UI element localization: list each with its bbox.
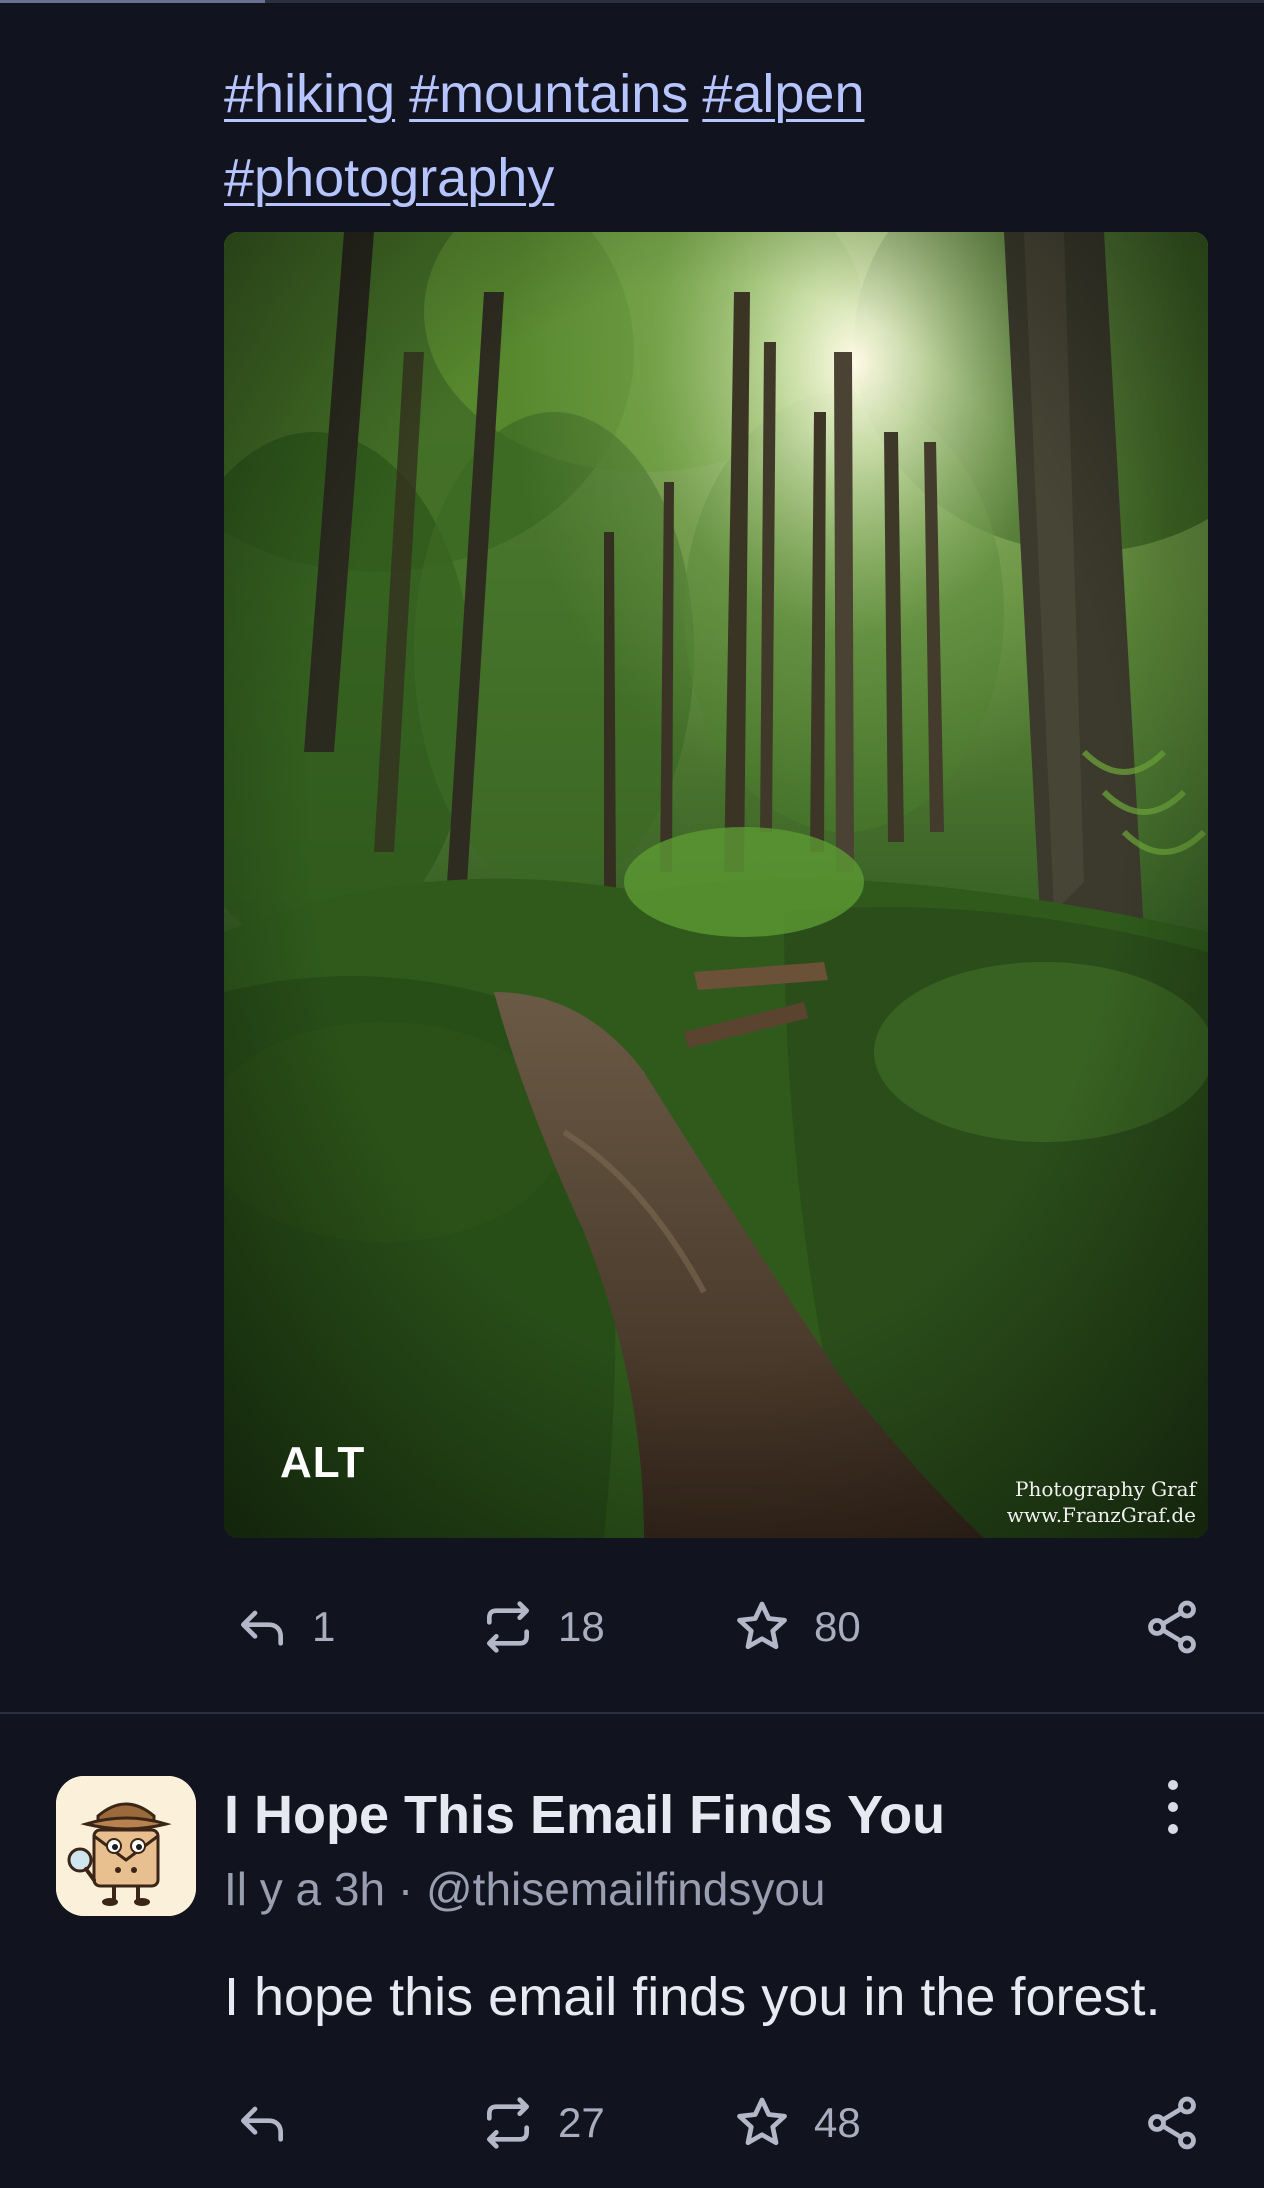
author-avatar[interactable] [56, 1776, 196, 1916]
boost-count: 27 [558, 2099, 605, 2146]
top-divider-accent [0, 0, 265, 3]
more-options-icon[interactable] [1148, 1780, 1198, 1834]
favourite-count: 48 [814, 2099, 861, 2146]
hashtag-link[interactable]: #alpen [702, 64, 864, 124]
post-media-image[interactable]: ALT Photography Graf www.FranzGraf.de [224, 232, 1208, 1538]
post-actions-bar: 27 48 [224, 2088, 1214, 2158]
reply-icon [241, 2106, 283, 2142]
post-actions-bar: 1 18 80 [224, 1592, 1214, 1662]
author-display-name[interactable]: I Hope This Email Finds You [224, 1784, 945, 1846]
share-icon [1148, 1600, 1196, 1654]
watermark-line1: Photography Graf [1015, 1477, 1196, 1501]
alt-text-badge[interactable]: ALT [280, 1438, 365, 1488]
envelope-detective-avatar-icon [56, 1776, 196, 1916]
favourite-star-icon [737, 2097, 787, 2146]
boost-icon [487, 1601, 529, 1653]
boost-icon [487, 2097, 529, 2149]
author-handle[interactable]: @thisemailfindsyou [426, 1863, 826, 1915]
share-icon [1148, 2096, 1196, 2150]
post-timestamp[interactable]: Il y a 3h [224, 1863, 385, 1915]
favourite-button[interactable]: 48 [732, 2088, 861, 2158]
post-content: I hope this email finds you in the fores… [224, 1967, 1161, 2027]
hashtag-link[interactable]: #mountains [409, 64, 688, 124]
favourite-count: 80 [814, 1603, 861, 1650]
meta-separator: · [397, 1863, 414, 1915]
watermark-line2: www.FranzGraf.de [1006, 1503, 1196, 1527]
reply-button[interactable]: 1 [234, 1592, 335, 1662]
post-meta: Il y a 3h · @thisemailfindsyou [224, 1862, 826, 1916]
post-divider [0, 1712, 1264, 1714]
reply-count: 1 [312, 1603, 336, 1650]
hashtag-link[interactable]: #photography [224, 148, 554, 208]
photo-watermark: Photography Graf www.FranzGraf.de [1007, 1476, 1196, 1528]
reply-icon [241, 1610, 283, 1646]
boost-button[interactable]: 27 [480, 2088, 605, 2158]
forest-path-illustration [224, 232, 1208, 1538]
share-button[interactable] [1142, 1592, 1202, 1662]
boost-count: 18 [558, 1603, 605, 1650]
favourite-star-icon [737, 1601, 787, 1650]
reply-button[interactable] [234, 2088, 312, 2158]
boost-button[interactable]: 18 [480, 1592, 605, 1662]
share-button[interactable] [1142, 2088, 1202, 2158]
favourite-button[interactable]: 80 [732, 1592, 861, 1662]
hashtag-link[interactable]: #hiking [224, 64, 395, 124]
post-hashtags: #hiking #mountains #alpen #photography [224, 52, 1204, 220]
